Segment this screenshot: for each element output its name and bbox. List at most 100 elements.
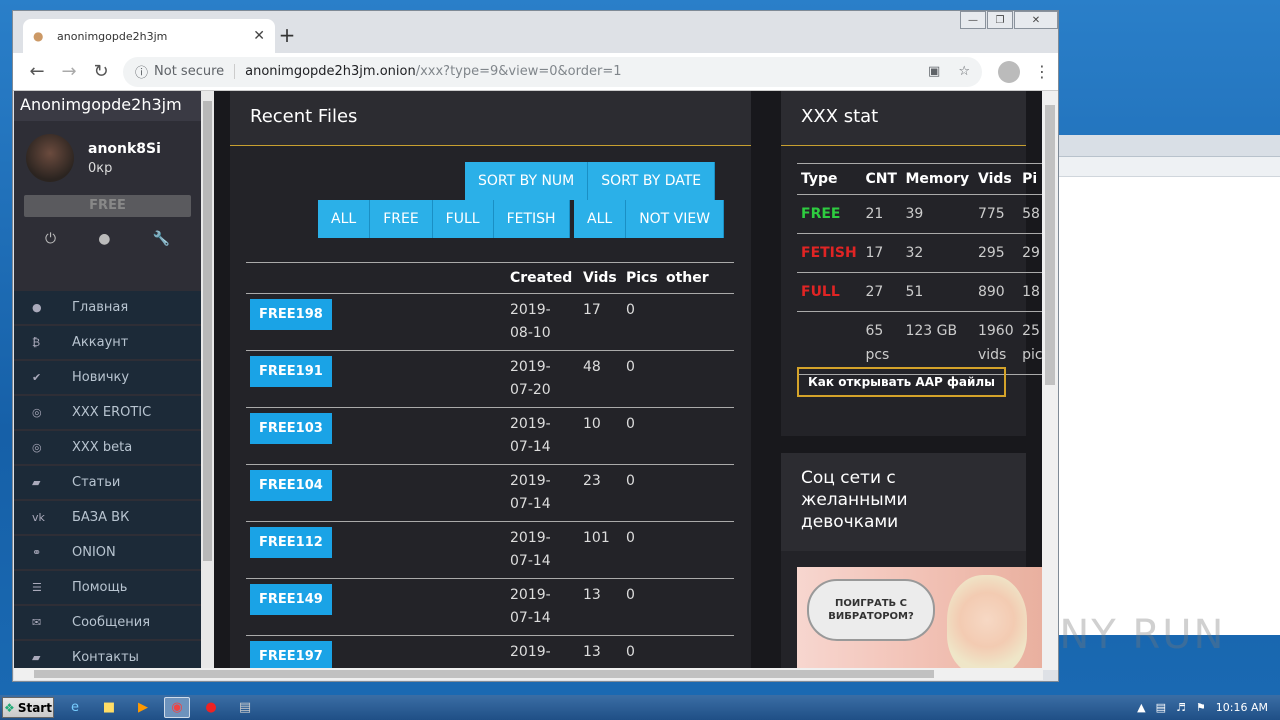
forward-icon[interactable]: → <box>53 61 85 82</box>
wrench-icon[interactable]: 🔧 <box>152 231 169 247</box>
menu-item-vk-base[interactable]: vk БАЗА ВК <box>14 501 201 536</box>
vids-cell: 13 <box>579 635 622 670</box>
menu-item-newbie[interactable]: ✔ Новичку <box>14 361 201 396</box>
aap-help-button[interactable]: Как открывать AAP файлы <box>797 367 1007 397</box>
menu-label: Помощь <box>72 580 128 595</box>
file-button[interactable]: FREE198 <box>250 299 332 330</box>
stat-total-row: 65 pcs 123 GB 1960 vids 25 pic <box>797 311 1047 375</box>
menu-kebab-icon[interactable]: ⋮ <box>1034 62 1050 81</box>
file-button[interactable]: FREE104 <box>250 470 332 501</box>
file-button[interactable]: FREE197 <box>250 641 332 670</box>
browser-tab[interactable]: ● anonimgopde2h3jm ✕ <box>23 19 275 53</box>
power-icon[interactable]: ⏻ <box>45 231 56 247</box>
notepad-icon[interactable]: ▤ <box>232 697 258 718</box>
file-button[interactable]: FREE112 <box>250 527 332 558</box>
filter-fetish-button[interactable]: FETISH <box>493 200 570 238</box>
free-status-button[interactable]: FREE <box>24 195 191 217</box>
site-brand[interactable]: Anonimgopde2h3jm <box>14 91 201 121</box>
menu-item-onion[interactable]: ⚭ ONION <box>14 536 201 571</box>
ad-image <box>947 575 1027 670</box>
page-vertical-scrollbar[interactable] <box>1042 91 1058 670</box>
sort-by-date-button[interactable]: SORT BY DATE <box>588 162 716 200</box>
translate-icon[interactable]: ▣ <box>928 64 940 79</box>
menu-label: Сообщения <box>72 615 151 630</box>
view-all-button[interactable]: ALL <box>574 200 627 238</box>
bitcoin-icon: ₿ <box>32 336 41 349</box>
flag-icon[interactable]: ⚑ <box>1196 701 1206 714</box>
link-icon: ⚭ <box>32 546 42 559</box>
ad-banner[interactable]: ПОИГРАТЬ С ВИБРАТОРОМ? <box>797 567 1042 670</box>
file-button[interactable]: FREE191 <box>250 356 332 387</box>
filter-full-button[interactable]: FULL <box>432 200 494 238</box>
memory-cell: 51 <box>901 272 974 312</box>
menu-item-contacts[interactable]: ▰ Контакты <box>14 641 201 670</box>
chrome-taskbar-icon[interactable]: ◉ <box>164 697 190 718</box>
col-pics: Pics <box>622 262 662 294</box>
created-year: 2019- <box>510 359 551 375</box>
opera-icon[interactable]: ● <box>198 697 224 718</box>
volume-icon[interactable]: ♬ <box>1176 701 1186 714</box>
media-player-icon[interactable]: ▶ <box>130 697 156 718</box>
menu-label: Главная <box>72 300 129 315</box>
menu-item-xxx-erotic[interactable]: ◎ XXX EROTIC <box>14 396 201 431</box>
file-button[interactable]: FREE103 <box>250 413 332 444</box>
menu-item-articles[interactable]: ▰ Статьи <box>14 466 201 501</box>
vids-cell: 17 <box>579 293 622 351</box>
tab-strip: ● anonimgopde2h3jm ✕ + — ❐ ✕ <box>13 11 1058 53</box>
filter-all-button[interactable]: ALL <box>318 200 371 238</box>
user-icon[interactable]: ● <box>98 231 110 247</box>
folder-icon[interactable]: ■ <box>96 697 122 718</box>
total-cnt-unit: pcs <box>865 347 890 363</box>
stat-col-cnt: CNT <box>861 163 902 195</box>
minimize-button[interactable]: — <box>960 11 986 29</box>
menu-item-messages[interactable]: ✉ Сообщения <box>14 606 201 641</box>
stat-col-vids: Vids <box>973 163 1019 195</box>
info-icon[interactable]: ⓘ <box>135 62 148 81</box>
maximize-button[interactable]: ❐ <box>987 11 1013 29</box>
pics-cell: 0 <box>622 350 662 408</box>
sidebar-scrollbar[interactable] <box>201 91 214 670</box>
table-row: FREE191 2019- 07-20 48 0 <box>246 350 734 408</box>
windows-logo-icon: ❖ <box>4 700 15 715</box>
new-tab-button[interactable]: + <box>275 23 299 47</box>
col-vids: Vids <box>579 262 622 294</box>
target-icon: ◎ <box>32 406 42 419</box>
menu-item-help[interactable]: ☰ Помощь <box>14 571 201 606</box>
vids-cell: 48 <box>579 350 622 408</box>
total-pics: 25 <box>1022 323 1040 339</box>
url-path: /xxx?type=9&view=0&order=1 <box>415 64 622 79</box>
close-tab-icon[interactable]: ✕ <box>253 28 265 44</box>
address-bar[interactable]: ⓘ Not secure anonimgopde2h3jm.onion /xxx… <box>123 56 982 87</box>
pics-cell: 0 <box>622 578 662 636</box>
total-vids: 1960 <box>977 323 1014 339</box>
avatar[interactable] <box>26 134 74 182</box>
clock[interactable]: 10:16 AM <box>1216 701 1268 714</box>
close-window-button[interactable]: ✕ <box>1014 11 1058 29</box>
start-button[interactable]: ❖ Start <box>2 697 54 718</box>
back-icon[interactable]: ← <box>21 61 53 82</box>
file-button[interactable]: FREE149 <box>250 584 332 615</box>
page-horizontal-scrollbar[interactable] <box>14 668 1043 680</box>
table-row: FREE197 2019- 13 0 <box>246 635 734 670</box>
sidebar-actions: ⏻ ● 🔧 <box>14 217 201 261</box>
profile-avatar-icon[interactable] <box>998 60 1020 83</box>
menu-item-home[interactable]: ● Главная <box>14 291 201 326</box>
menu-label: ONION <box>72 545 116 560</box>
system-tray: ▲ ▤ ♬ ⚑ 10:16 AM <box>1137 701 1280 714</box>
created-day: 07-14 <box>510 496 551 512</box>
reload-icon[interactable]: ↻ <box>85 61 117 82</box>
sort-by-num-button[interactable]: SORT BY NUM <box>465 162 589 200</box>
menu-item-xxx-beta[interactable]: ◎ XXX beta <box>14 431 201 466</box>
stat-row: FULL 27 51 890 18 <box>797 272 1047 312</box>
filter-free-button[interactable]: FREE <box>370 200 433 238</box>
target-icon: ◎ <box>32 441 42 454</box>
network-icon[interactable]: ▤ <box>1156 701 1166 714</box>
menu-item-account[interactable]: ₿ Аккаунт <box>14 326 201 361</box>
ie-icon[interactable]: e <box>62 697 88 718</box>
bookmark-star-icon[interactable]: ☆ <box>958 64 970 79</box>
page-viewport: Anonimgopde2h3jm anonk8Si 0кр FREE ⏻ ● 🔧… <box>14 91 1057 670</box>
memory-cell: 32 <box>901 233 974 273</box>
not-view-button[interactable]: NOT VIEW <box>626 200 725 238</box>
book-icon: ▰ <box>32 651 41 664</box>
tray-expand-icon[interactable]: ▲ <box>1137 701 1145 714</box>
